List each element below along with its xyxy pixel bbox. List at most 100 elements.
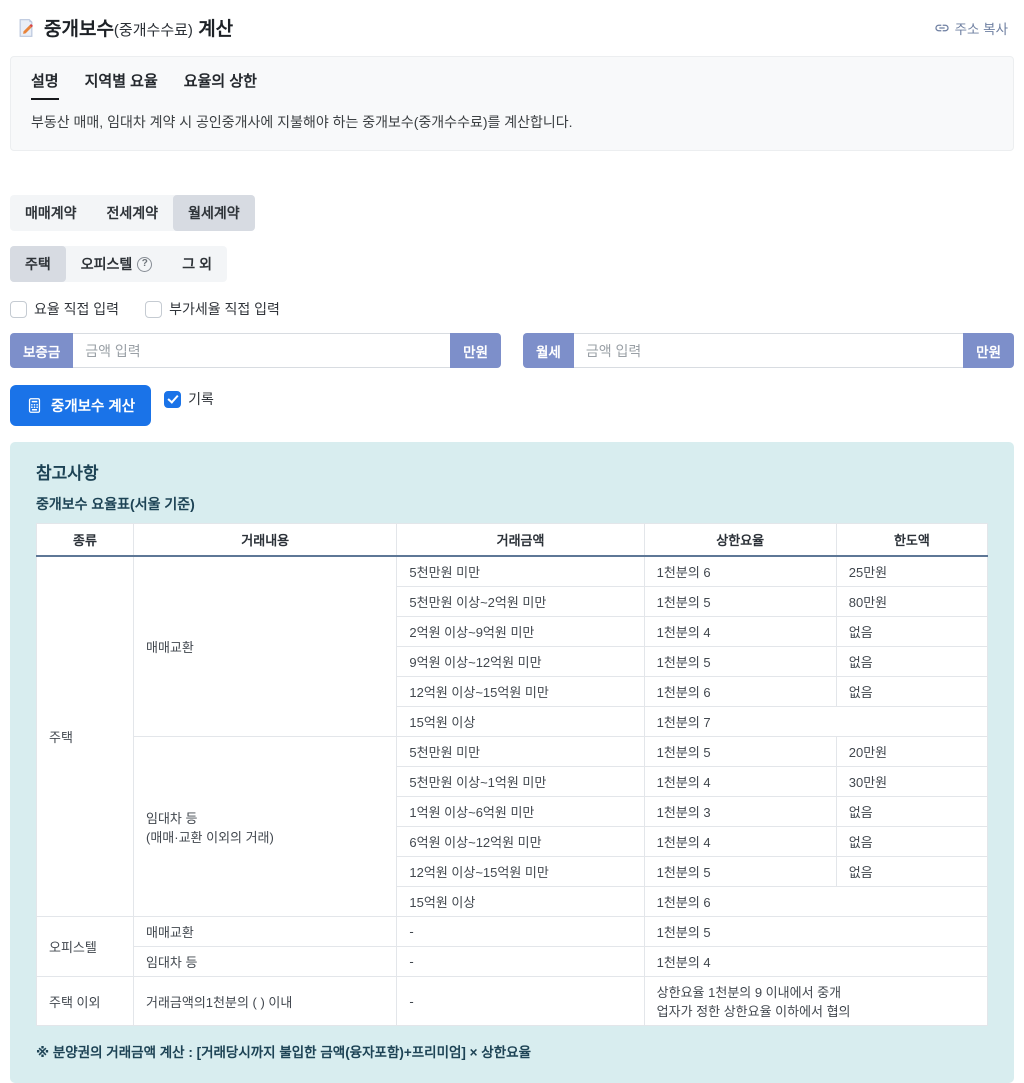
table-cell: 1천분의 5 bbox=[644, 587, 836, 617]
calculate-fee-button-label: 중개보수 계산 bbox=[51, 395, 135, 416]
page: 중개보수(중개수수료) 계산 주소 복사 설명 지역별 요율 요율의 상한 부동… bbox=[0, 0, 1024, 1083]
table-cell: 없음 bbox=[836, 797, 987, 827]
table-row: 주택매매교환5천만원 미만1천분의 625만원 bbox=[37, 556, 988, 587]
monthly-rent-input-group: 월세 만원 bbox=[523, 333, 1014, 368]
option-checkbox-row: 요율 직접 입력 부가세율 직접 입력 bbox=[10, 299, 1014, 319]
fee-rate-table: 종류거래내용거래금액상한요율한도액 주택매매교환5천만원 미만1천분의 625만… bbox=[36, 523, 988, 1026]
memo-icon bbox=[16, 18, 36, 38]
checkbox-unchecked-icon[interactable] bbox=[10, 301, 27, 318]
table-cell: 임대차 등 (매매·교환 이외의 거래) bbox=[134, 737, 397, 917]
table-cell: 상한요율 1천분의 9 이내에서 중개 업자가 정한 상한요율 이하에서 협의 bbox=[644, 977, 987, 1026]
table-cell: 1천분의 5 bbox=[644, 917, 987, 947]
presale-footnote: ※ 분양권의 거래금액 계산 : [거래당시까지 불입한 금액(융자포함)+프리… bbox=[36, 1041, 988, 1061]
checkbox-unchecked-icon[interactable] bbox=[145, 301, 162, 318]
table-cell: 1억원 이상~6억원 미만 bbox=[397, 797, 644, 827]
table-cell: 15억원 이상 bbox=[397, 707, 644, 737]
tab-rate-limits[interactable]: 요율의 상한 bbox=[184, 70, 257, 100]
page-title-tail: 계산 bbox=[198, 19, 233, 40]
vat-direct-input-checkbox[interactable]: 부가세율 직접 입력 bbox=[145, 299, 280, 319]
calc-button-row: 중개보수 계산 기록 bbox=[10, 385, 1014, 426]
contract-type-tabs: 매매계약 전세계약 월세계약 bbox=[10, 195, 255, 231]
table-cell: 1천분의 3 bbox=[644, 797, 836, 827]
calculator-icon bbox=[26, 397, 43, 414]
table-cell: 12억원 이상~15억원 미만 bbox=[397, 857, 644, 887]
table-cell: 거래금액의1천분의 ( ) 이내 bbox=[134, 977, 397, 1026]
table-cell: 30만원 bbox=[836, 767, 987, 797]
table-cell: 없음 bbox=[836, 617, 987, 647]
table-row: 주택 이외거래금액의1천분의 ( ) 이내-상한요율 1천분의 9 이내에서 중… bbox=[37, 977, 988, 1026]
deposit-label-chip: 보증금 bbox=[10, 333, 73, 368]
property-type-tabs: 주택 오피스텔 ? 그 외 bbox=[10, 246, 227, 282]
deposit-input[interactable] bbox=[73, 333, 450, 368]
tab-regional-rates[interactable]: 지역별 요율 bbox=[85, 70, 158, 100]
rate-direct-input-label: 요율 직접 입력 bbox=[34, 299, 119, 319]
tab-monthly-rent-contract[interactable]: 월세계약 bbox=[173, 195, 255, 231]
table-cell: 20만원 bbox=[836, 737, 987, 767]
tab-other[interactable]: 그 외 bbox=[167, 246, 227, 282]
table-header-cell: 거래금액 bbox=[397, 524, 644, 557]
description-panel: 설명 지역별 요율 요율의 상한 부동산 매매, 임대차 계약 시 공인중개사에… bbox=[10, 56, 1014, 151]
table-cell: 6억원 이상~12억원 미만 bbox=[397, 827, 644, 857]
table-cell: 주택 이외 bbox=[37, 977, 134, 1026]
table-cell: 주택 bbox=[37, 556, 134, 917]
tab-jeonse-contract[interactable]: 전세계약 bbox=[92, 195, 174, 231]
fee-table-head-row: 종류거래내용거래금액상한요율한도액 bbox=[37, 524, 988, 557]
copy-address-link[interactable]: 주소 복사 bbox=[934, 18, 1008, 38]
monthly-rent-label-chip: 월세 bbox=[523, 333, 574, 368]
reference-title: 참고사항 bbox=[36, 459, 988, 484]
table-cell: 12억원 이상~15억원 미만 bbox=[397, 677, 644, 707]
tab-housing[interactable]: 주택 bbox=[10, 246, 66, 282]
page-title-main: 중개보수 bbox=[44, 19, 114, 40]
copy-address-label: 주소 복사 bbox=[955, 18, 1008, 38]
table-cell: 1천분의 6 bbox=[644, 677, 836, 707]
monthly-rent-unit-chip: 만원 bbox=[963, 333, 1014, 368]
table-cell: 25만원 bbox=[836, 556, 987, 587]
table-cell: 없음 bbox=[836, 647, 987, 677]
rate-direct-input-checkbox[interactable]: 요율 직접 입력 bbox=[10, 299, 119, 319]
link-icon bbox=[934, 20, 950, 36]
table-row: 오피스텔매매교환-1천분의 5 bbox=[37, 917, 988, 947]
table-cell: 매매교환 bbox=[134, 556, 397, 737]
table-cell: 1천분의 5 bbox=[644, 857, 836, 887]
table-cell: 15억원 이상 bbox=[397, 887, 644, 917]
table-cell: 1천분의 5 bbox=[644, 647, 836, 677]
table-cell: 1천분의 4 bbox=[644, 617, 836, 647]
table-header-cell: 상한요율 bbox=[644, 524, 836, 557]
calculate-fee-button[interactable]: 중개보수 계산 bbox=[10, 385, 151, 426]
table-cell: 5천만원 이상~1억원 미만 bbox=[397, 767, 644, 797]
tab-description[interactable]: 설명 bbox=[31, 70, 59, 100]
table-cell: 1천분의 6 bbox=[644, 887, 987, 917]
table-cell: 없음 bbox=[836, 827, 987, 857]
table-cell: 1천분의 7 bbox=[644, 707, 987, 737]
tab-officetel[interactable]: 오피스텔 ? bbox=[66, 246, 168, 282]
table-header-cell: 거래내용 bbox=[134, 524, 397, 557]
tab-sale-contract[interactable]: 매매계약 bbox=[10, 195, 92, 231]
table-cell: 없음 bbox=[836, 677, 987, 707]
page-title-sub: (중개수수료) bbox=[114, 22, 193, 39]
table-cell: 매매교환 bbox=[134, 917, 397, 947]
table-cell: 오피스텔 bbox=[37, 917, 134, 977]
table-cell: 임대차 등 bbox=[134, 947, 397, 977]
table-cell: - bbox=[397, 917, 644, 947]
monthly-rent-input[interactable] bbox=[574, 333, 963, 368]
table-cell: 1천분의 4 bbox=[644, 767, 836, 797]
table-cell: - bbox=[397, 977, 644, 1026]
table-header-cell: 한도액 bbox=[836, 524, 987, 557]
description-text: 부동산 매매, 임대차 계약 시 공인중개사에 지불해야 하는 중개보수(중개수… bbox=[31, 112, 993, 132]
table-cell: 2억원 이상~9억원 미만 bbox=[397, 617, 644, 647]
info-tabs: 설명 지역별 요율 요율의 상한 bbox=[31, 70, 993, 100]
page-title: 중개보수(중개수수료) 계산 bbox=[44, 14, 233, 41]
record-checkbox[interactable]: 기록 bbox=[164, 389, 214, 409]
reference-panel: 참고사항 중개보수 요율표(서울 기준) 종류거래내용거래금액상한요율한도액 주… bbox=[10, 442, 1014, 1083]
table-cell: 1천분의 6 bbox=[644, 556, 836, 587]
fee-table-body: 주택매매교환5천만원 미만1천분의 625만원5천만원 이상~2억원 미만1천분… bbox=[37, 556, 988, 1026]
amount-inputs-row: 보증금 만원 월세 만원 bbox=[10, 333, 1014, 368]
deposit-unit-chip: 만원 bbox=[450, 333, 501, 368]
help-icon[interactable]: ? bbox=[137, 257, 152, 272]
vat-direct-input-label: 부가세율 직접 입력 bbox=[169, 299, 280, 319]
table-cell: 5천만원 미만 bbox=[397, 737, 644, 767]
table-cell: 1천분의 5 bbox=[644, 737, 836, 767]
table-cell: 80만원 bbox=[836, 587, 987, 617]
table-cell: 없음 bbox=[836, 857, 987, 887]
checkbox-checked-icon[interactable] bbox=[164, 391, 181, 408]
